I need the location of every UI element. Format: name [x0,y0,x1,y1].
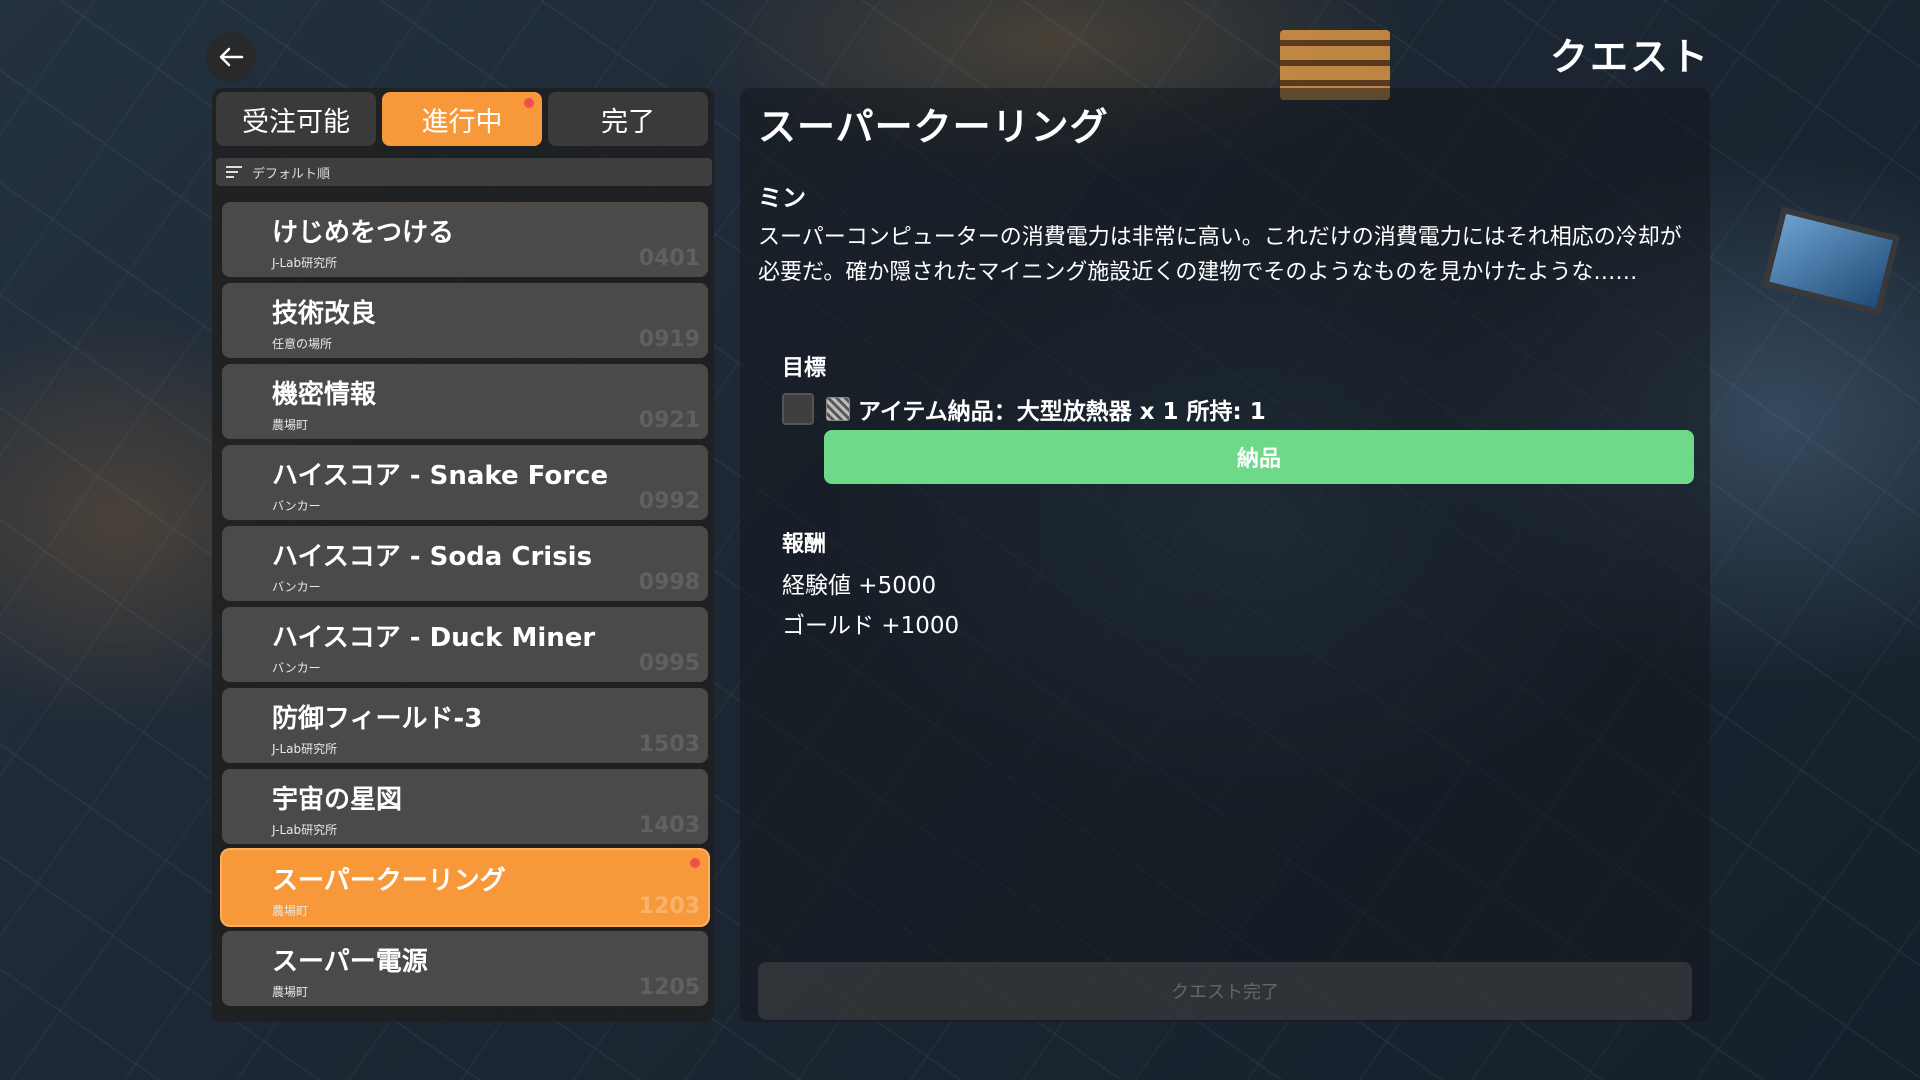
quest-list: けじめをつける J-Lab研究所 0401 技術改良 任意の場所 0919 機密… [222,202,708,1012]
page-title: クエスト [1549,35,1710,79]
quest-item[interactable]: 宇宙の星図 J-Lab研究所 1403 [222,769,708,844]
tab-completed[interactable]: 完了 [548,92,708,146]
quest-id: 0995 [638,651,700,676]
quest-title: 宇宙の星図 [272,785,403,815]
quest-item[interactable]: ハイスコア - Duck Miner バンカー 0995 [222,607,708,682]
quest-location: バンカー [272,499,321,513]
quest-item[interactable]: ハイスコア - Snake Force バンカー 0992 [222,445,708,520]
quest-title: スーパークーリング [272,866,506,896]
quest-item[interactable]: 機密情報 農場町 0921 [222,364,708,439]
quest-id: 0919 [638,327,700,352]
quest-location: J-Lab研究所 [272,823,338,837]
quest-item[interactable]: ハイスコア - Soda Crisis バンカー 0998 [222,526,708,601]
tab-label: 進行中 [421,106,503,138]
quest-id: 0401 [638,246,700,271]
quest-location: バンカー [272,661,321,675]
quest-location: 農場町 [272,418,309,432]
quest-tabs: 受注可能 進行中 完了 [216,92,708,146]
quest-id: 1503 [638,732,700,757]
rewards-heading: 報酬 [782,532,827,557]
quest-id: 1203 [638,894,700,919]
quest-location: J-Lab研究所 [272,256,338,270]
deliver-button[interactable]: 納品 [824,430,1694,484]
radiator-item-icon [826,397,850,421]
quest-title: ハイスコア - Duck Miner [272,623,596,653]
quest-id: 0998 [638,570,700,595]
notification-dot [690,858,700,868]
quest-location: 農場町 [272,904,309,918]
tab-in-progress[interactable]: 進行中 [382,92,542,146]
quest-detail-panel: スーパークーリング ミン スーパーコンピューターの消費電力は非常に高い。これだけ… [740,88,1710,1022]
quest-id: 1205 [638,975,700,1000]
quest-location: 農場町 [272,985,309,999]
sort-label: デフォルト順 [252,166,331,182]
quest-title: ハイスコア - Snake Force [272,461,609,491]
quest-title: スーパー電源 [272,947,428,977]
quest-item[interactable]: 技術改良 任意の場所 0919 [222,283,708,358]
quest-title: ハイスコア - Soda Crisis [272,542,593,572]
quest-title: 機密情報 [272,380,377,410]
notification-dot [524,98,534,108]
quest-title: けじめをつける [272,218,455,248]
quest-title: 技術改良 [272,299,377,329]
objective-row: アイテム納品：大型放熱器 x 1 所持: 1 [782,392,1266,426]
quest-item[interactable]: スーパー電源 農場町 1205 [222,931,708,1006]
quest-item-selected[interactable]: スーパークーリング 農場町 1203 [222,850,708,925]
quest-id: 0992 [638,489,700,514]
quest-detail-title: スーパークーリング [758,105,1109,149]
quest-location: J-Lab研究所 [272,742,338,756]
reward-experience: 経験値 +5000 [782,573,937,599]
sort-icon [226,163,242,181]
quest-location: バンカー [272,580,321,594]
tab-available[interactable]: 受注可能 [216,92,376,146]
quest-id: 1403 [638,813,700,838]
objective-text: アイテム納品：大型放熱器 x 1 所持: 1 [858,399,1266,425]
quest-giver: ミン [758,184,806,212]
complete-quest-button[interactable]: クエスト完了 [758,962,1692,1020]
quest-title: 防御フィールド-3 [272,704,483,734]
quest-item[interactable]: 防御フィールド-3 J-Lab研究所 1503 [222,688,708,763]
quest-location: 任意の場所 [272,337,333,351]
sort-dropdown[interactable]: デフォルト順 [216,158,712,186]
arrow-left-icon [219,47,244,67]
quest-id: 0921 [638,408,700,433]
reward-gold: ゴールド +1000 [782,613,960,639]
quest-item[interactable]: けじめをつける J-Lab研究所 0401 [222,202,708,277]
objectives-heading: 目標 [782,356,827,381]
quest-list-panel: 受注可能 進行中 完了 デフォルト順 けじめをつける J-Lab研究所 0401… [212,88,714,1022]
quest-description: スーパーコンピューターの消費電力は非常に高い。これだけの消費電力にはそれ相応の冷… [758,225,1682,285]
objective-checkbox[interactable] [782,393,814,425]
back-button[interactable] [206,32,256,82]
